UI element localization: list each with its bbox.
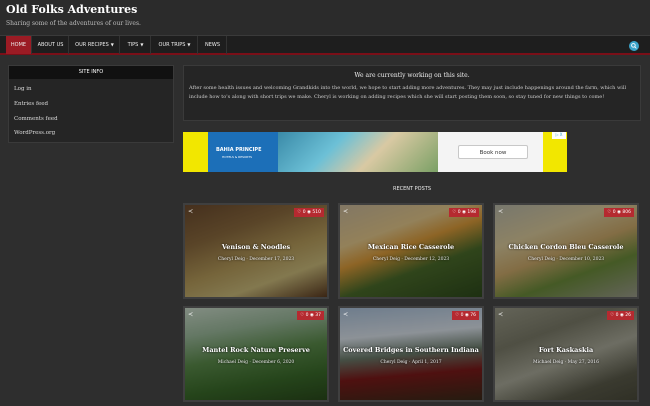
post-date: December 10, 2023: [559, 257, 605, 262]
share-icon[interactable]: ≺: [343, 311, 348, 318]
nav-item-label: TIPS: [127, 42, 139, 48]
nav-item-trips[interactable]: OUR TRIPS ▼: [152, 36, 198, 54]
nav-item-news[interactable]: NEWS: [199, 36, 227, 54]
post-stats-badge: ♡ 0 ◉ 37: [297, 311, 324, 320]
ad-book-now-button[interactable]: Book now: [458, 145, 528, 159]
nav-item-label: ABOUT US: [37, 42, 64, 48]
ad-resort-image: [278, 132, 438, 172]
share-icon[interactable]: ≺: [343, 208, 348, 215]
card-overlay: [185, 205, 327, 297]
views-count: 806: [622, 210, 631, 215]
sidebar-link-login[interactable]: Log in: [14, 86, 32, 92]
views-count: 26: [625, 313, 631, 318]
post-meta: Michael Deig · December 6, 2020: [217, 360, 295, 365]
search-icon: [631, 43, 637, 49]
share-icon[interactable]: ≺: [498, 311, 503, 318]
nav-item-label: HOME: [10, 42, 27, 48]
post-title[interactable]: Mexican Rice Casserole: [340, 243, 482, 251]
post-title[interactable]: Mantel Rock Nature Preserve: [185, 346, 327, 354]
search-button[interactable]: [629, 41, 639, 51]
post-date: April 1, 2017: [411, 360, 442, 365]
post-stats-badge: ♡ 0 ◉ 26: [607, 311, 634, 320]
post-meta: Cheryl Deig · December 10, 2023: [527, 257, 605, 262]
views-count: 198: [467, 210, 476, 215]
site-header: Old Folks Adventures Sharing some of the…: [0, 0, 650, 36]
post-author[interactable]: Michael Deig: [533, 360, 563, 365]
post-card[interactable]: ≺ ♡ 0 ◉ 37 Mantel Rock Nature Preserve M…: [183, 306, 329, 402]
post-author[interactable]: Michael Deig: [218, 360, 248, 365]
card-overlay: [495, 205, 637, 297]
chevron-down-icon: ▼: [187, 42, 191, 47]
post-author[interactable]: Cheryl Deig: [528, 257, 555, 262]
ad-brand-name: BAHIA PRINCIPE: [216, 147, 262, 153]
post-card[interactable]: ≺ ♡ 0 ◉ 806 Chicken Cordon Bleu Casserol…: [493, 203, 639, 299]
post-meta: Cheryl Deig · April 1, 2017: [380, 360, 442, 365]
post-stats-badge: ♡ 0 ◉ 76: [452, 311, 479, 320]
recent-posts-title: RECENT POSTS: [392, 186, 432, 192]
chevron-down-icon: ▼: [110, 42, 114, 47]
nav-item-label: OUR RECIPES: [75, 42, 109, 48]
post-date: December 12, 2023: [404, 257, 450, 262]
nav-item-label: OUR TRIPS: [158, 42, 186, 48]
share-icon[interactable]: ≺: [498, 208, 503, 215]
sidebar-widget-site-info: SITE INFO Log in Entries feed Comments f…: [8, 65, 174, 143]
post-card[interactable]: ≺ ♡ 0 ◉ 510 Venison & Noodles Cheryl Dei…: [183, 203, 329, 299]
card-overlay: [340, 308, 482, 400]
likes-count: 0: [460, 313, 464, 318]
views-count: 37: [315, 313, 321, 318]
ad-banner[interactable]: BAHIA PRINCIPE HOTELS & RESORTS Book now…: [183, 132, 567, 172]
post-card[interactable]: ≺ ♡ 0 ◉ 76 Covered Bridges in Southern I…: [338, 306, 484, 402]
sidebar-link-comments-feed[interactable]: Comments feed: [14, 116, 58, 122]
nav-item-label: NEWS: [204, 42, 221, 48]
post-author[interactable]: Cheryl Deig: [218, 257, 245, 262]
post-title[interactable]: Chicken Cordon Bleu Casserole: [495, 243, 637, 251]
notice-title: We are currently working on this site.: [354, 72, 470, 79]
ad-brand-block: BAHIA PRINCIPE HOTELS & RESORTS: [208, 132, 278, 172]
main-nav: HOME ABOUT US OUR RECIPES ▼ TIPS ▼ OUR TRI…: [0, 35, 650, 55]
post-card[interactable]: ≺ ♡ 0 ◉ 198 Mexican Rice Casserole Chery…: [338, 203, 484, 299]
post-date: December 6, 2020: [252, 360, 295, 365]
post-title[interactable]: Fort Kaskaskia: [495, 346, 637, 354]
likes-count: 0: [305, 313, 309, 318]
site-tagline: Sharing some of the adventures of our li…: [6, 20, 141, 27]
widget-title: SITE INFO: [9, 66, 173, 79]
post-date: May 27, 2016: [567, 360, 599, 365]
sidebar-link-wordpress[interactable]: WordPress.org: [14, 130, 55, 136]
post-date: December 17, 2023: [249, 257, 295, 262]
notice-box: We are currently working on this site. A…: [183, 65, 641, 121]
likes-count: 0: [457, 210, 461, 215]
card-overlay: [495, 308, 637, 400]
post-author[interactable]: Cheryl Deig: [373, 257, 400, 262]
ad-close-icon[interactable]: ▷ X: [552, 132, 566, 139]
post-stats-badge: ♡ 0 ◉ 198: [449, 208, 479, 217]
nav-item-recipes[interactable]: OUR RECIPES ▼: [70, 36, 120, 54]
share-icon[interactable]: ≺: [188, 311, 193, 318]
nav-item-tips[interactable]: TIPS ▼: [121, 36, 151, 54]
post-title[interactable]: Venison & Noodles: [185, 243, 327, 251]
share-icon[interactable]: ≺: [188, 208, 193, 215]
card-overlay: [340, 205, 482, 297]
views-count: 510: [312, 210, 321, 215]
site-title[interactable]: Old Folks Adventures: [6, 3, 137, 16]
chevron-down-icon: ▼: [140, 42, 144, 47]
post-meta: Cheryl Deig · December 17, 2023: [217, 257, 295, 262]
nav-item-about[interactable]: ABOUT US: [33, 36, 69, 54]
likes-count: 0: [302, 210, 306, 215]
post-card[interactable]: ≺ ♡ 0 ◉ 26 Fort Kaskaskia Michael Deig ·…: [493, 306, 639, 402]
post-author[interactable]: Cheryl Deig: [380, 360, 407, 365]
ad-brand-sub: HOTELS & RESORTS: [222, 155, 253, 159]
post-meta: Michael Deig · May 27, 2016: [533, 360, 599, 365]
likes-count: 0: [615, 313, 619, 318]
post-meta: Cheryl Deig · December 12, 2023: [372, 257, 450, 262]
ad-stripe-left: [183, 132, 208, 172]
nav-item-home[interactable]: HOME: [6, 36, 32, 54]
sidebar-link-entries-feed[interactable]: Entries feed: [14, 101, 48, 107]
notice-body: After some health issues and welcoming G…: [189, 85, 627, 100]
card-overlay: [185, 308, 327, 400]
views-count: 76: [470, 313, 476, 318]
post-title[interactable]: Covered Bridges in Southern Indiana: [340, 346, 482, 354]
post-stats-badge: ♡ 0 ◉ 806: [604, 208, 634, 217]
likes-count: 0: [612, 210, 616, 215]
post-stats-badge: ♡ 0 ◉ 510: [294, 208, 324, 217]
